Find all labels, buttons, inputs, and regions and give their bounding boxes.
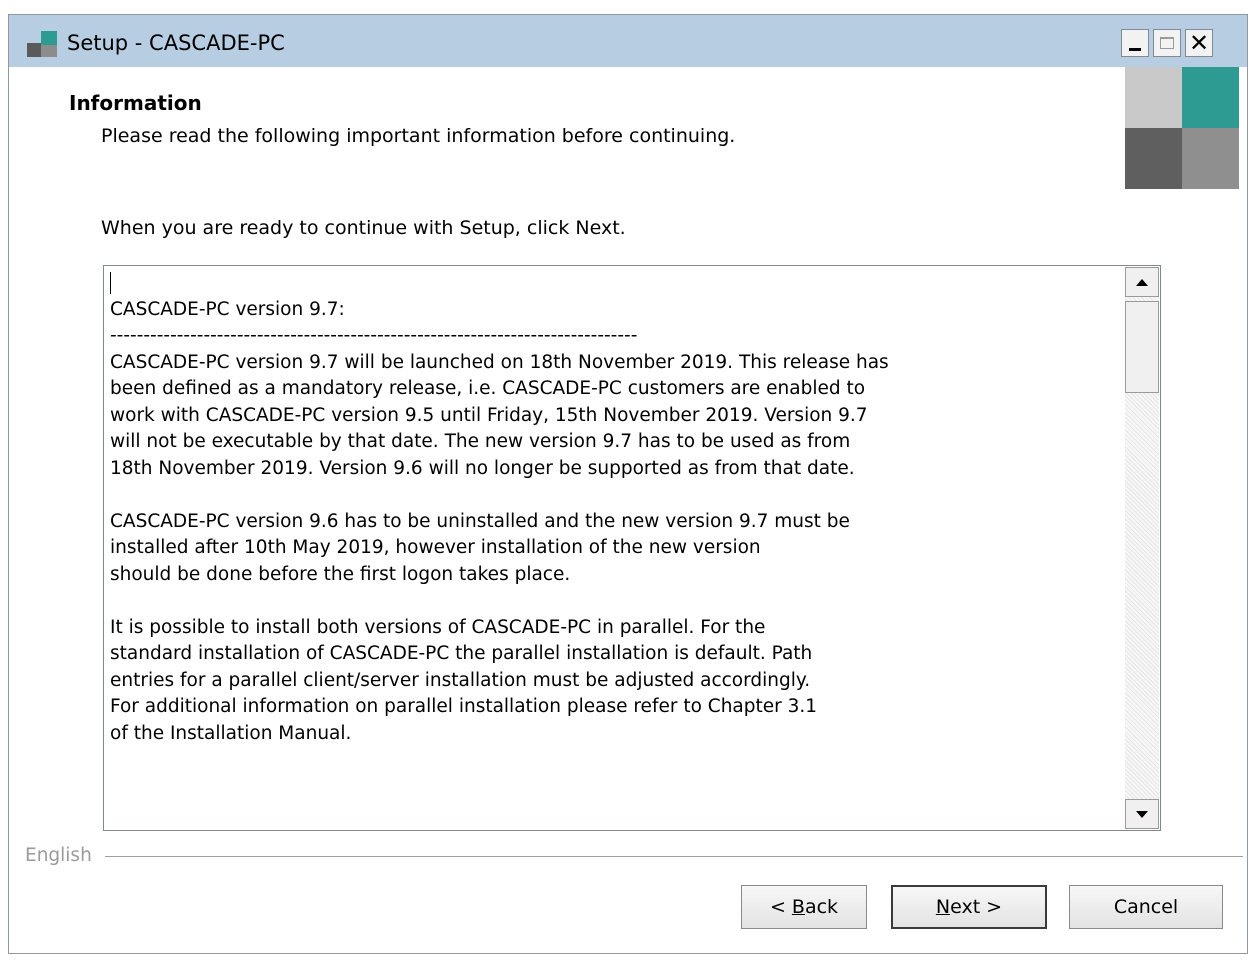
memo-line: of the Installation Manual. <box>110 722 352 744</box>
memo-line: installed after 10th May 2019, however i… <box>110 537 761 558</box>
memo-line: been defined as a mandatory release, i.e… <box>110 378 866 399</box>
wizard-logo-image <box>1125 67 1239 189</box>
back-button[interactable]: < Back <box>741 885 867 929</box>
back-button-accel: B <box>791 896 805 918</box>
memo-line: will not be executable by that date. The… <box>110 431 851 452</box>
memo-line <box>110 270 1120 297</box>
cancel-button[interactable]: Cancel <box>1069 885 1223 929</box>
minimize-icon <box>1129 47 1141 51</box>
window-title: Setup - CASCADE-PC <box>67 31 285 55</box>
instruction-text: When you are ready to continue with Setu… <box>101 217 626 239</box>
language-label: English <box>25 845 92 866</box>
maximize-button[interactable] <box>1153 29 1181 57</box>
memo-line: entries for a parallel client/server ins… <box>110 669 811 691</box>
arrow-up-icon <box>1136 278 1148 286</box>
next-button[interactable]: Next > <box>891 885 1047 929</box>
info-memo-text[interactable]: CASCADE-PC version 9.7: -----------------… <box>110 270 1120 826</box>
memo-line: ----------------------------------------… <box>110 325 638 346</box>
scroll-thumb[interactable] <box>1125 301 1159 393</box>
memo-line <box>110 588 1120 615</box>
back-button-label-post: ack <box>804 896 839 918</box>
memo-line: CASCADE-PC version 9.7: <box>110 298 345 320</box>
page-title: Information <box>69 91 202 115</box>
setup-app-icon <box>27 31 57 59</box>
maximize-icon <box>1160 37 1174 49</box>
setup-window: Setup - CASCADE-PC ✕ Information Please … <box>8 14 1248 954</box>
memo-line: work with CASCADE-PC version 9.5 until F… <box>110 404 868 426</box>
memo-line: It is possible to install both versions … <box>110 616 766 638</box>
close-button[interactable]: ✕ <box>1185 29 1213 57</box>
info-memo-box[interactable]: CASCADE-PC version 9.7: -----------------… <box>103 265 1161 831</box>
memo-line: For additional information on parallel i… <box>110 696 818 717</box>
memo-line: CASCADE-PC version 9.6 has to be uninsta… <box>110 510 850 532</box>
title-bar[interactable]: Setup - CASCADE-PC ✕ <box>9 15 1247 68</box>
arrow-down-icon <box>1136 810 1148 818</box>
separator-line <box>105 856 1243 858</box>
page-subtitle: Please read the following important info… <box>101 125 736 147</box>
memo-line: 18th November 2019. Version 9.6 will no … <box>110 457 855 479</box>
minimize-button[interactable] <box>1121 29 1149 57</box>
scroll-up-button[interactable] <box>1125 267 1159 297</box>
memo-line: CASCADE-PC version 9.7 will be launched … <box>110 351 889 373</box>
memo-line: should be done before the first logon ta… <box>110 563 571 585</box>
wizard-header: Information Please read the following im… <box>9 67 1247 193</box>
close-icon: ✕ <box>1188 29 1210 57</box>
memo-line <box>110 482 1120 509</box>
vertical-scrollbar[interactable] <box>1125 267 1159 829</box>
back-button-label-pre: < <box>769 896 792 918</box>
next-button-accel: N <box>935 896 951 918</box>
memo-line: standard installation of CASCADE-PC the … <box>110 643 813 664</box>
next-button-label-post: ext > <box>950 896 1003 918</box>
scroll-down-button[interactable] <box>1125 799 1159 829</box>
